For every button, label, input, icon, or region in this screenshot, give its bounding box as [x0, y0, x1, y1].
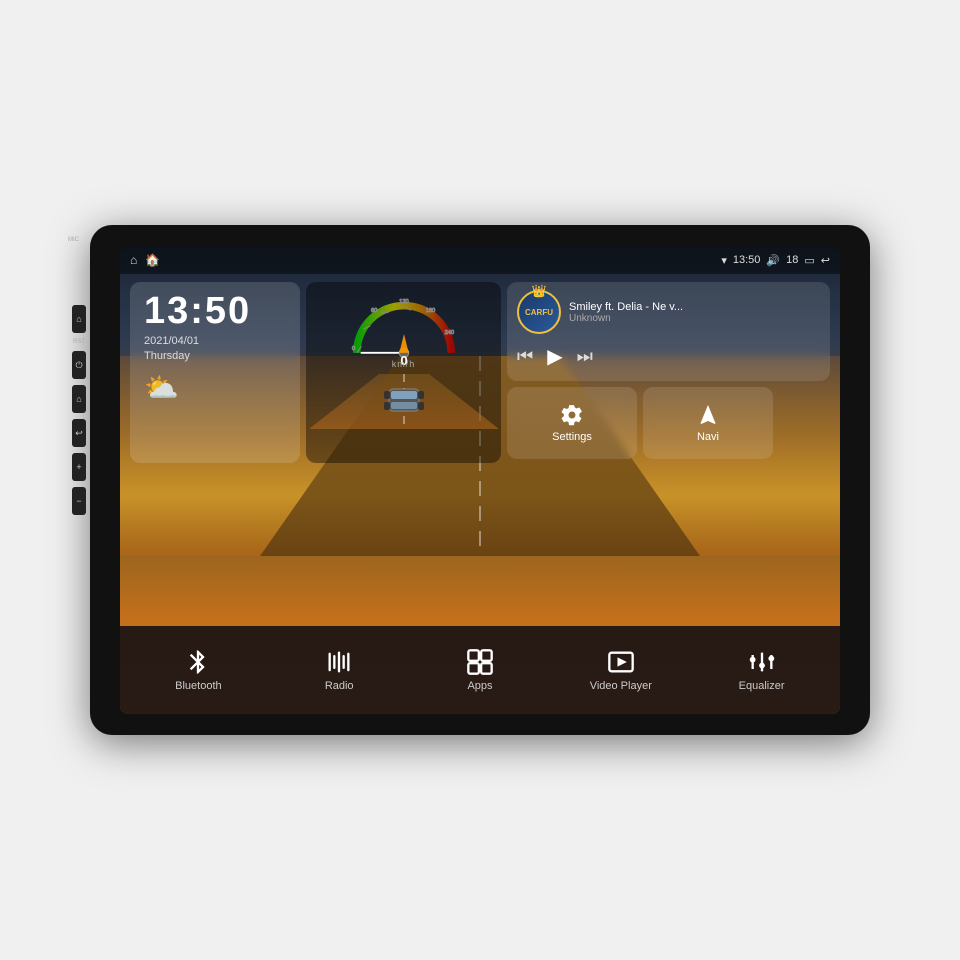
next-button[interactable]: ⏭ [577, 346, 593, 367]
home-icon: ⌂ [76, 314, 81, 324]
power-icon: ⏻ [75, 360, 82, 371]
music-logo-text: CARFU [525, 308, 553, 317]
volume-down-icon: − [76, 496, 81, 506]
navi-label: Navi [697, 431, 719, 443]
prev-button[interactable]: ⏮ [517, 346, 533, 367]
status-right: ▾ 13:50 🔊 18 ▭ ↩ [721, 254, 830, 267]
screen: ⌂ 🏠 ▾ 13:50 🔊 18 ▭ ↩ [120, 246, 840, 714]
play-button[interactable]: ▶ [547, 344, 562, 369]
equalizer-label: Equalizer [739, 680, 785, 692]
menu-icon: ⌂ [76, 394, 81, 404]
settings-button[interactable]: Settings [507, 387, 637, 459]
car-head-unit: MIC ⌂ RST ⏻ ⌂ ↩ + − ⌂ 🏠 [90, 225, 870, 735]
apps-button[interactable]: Apps [425, 640, 535, 700]
back-side-button[interactable]: ↩ [72, 419, 86, 447]
right-panel: 👑 CARFU Smiley ft. Delia - Ne v... Unkno… [507, 282, 830, 463]
apps-label: Apps [467, 680, 492, 692]
svg-text:180: 180 [425, 308, 434, 314]
radio-label: Radio [325, 680, 354, 692]
status-android-icon: 🏠 [145, 253, 160, 267]
settings-label: Settings [552, 431, 592, 443]
back-side-icon: ↩ [75, 428, 83, 439]
bottom-bar: Bluetooth Radio [120, 626, 840, 714]
mic-label: MIC [68, 237, 79, 243]
status-left: ⌂ 🏠 [130, 253, 160, 267]
equalizer-button[interactable]: Equalizer [707, 640, 817, 700]
svg-text:0: 0 [352, 346, 355, 352]
battery-icon: ▭ [804, 254, 814, 267]
weather-icon: ⛅ [144, 371, 286, 404]
speed-unit: km/h [392, 359, 416, 369]
svg-text:120: 120 [399, 299, 408, 305]
volume-down-button[interactable]: − [72, 487, 86, 515]
volume-icon: 🔊 [766, 254, 780, 267]
power-button[interactable]: ⏻ [72, 351, 86, 379]
music-controls: ⏮ ▶ ⏭ [517, 340, 820, 373]
video-label: Video Player [590, 680, 652, 692]
navi-button[interactable]: Navi [643, 387, 773, 459]
clock-time: 13:50 [144, 292, 286, 330]
music-info: Smiley ft. Delia - Ne v... Unknown [569, 301, 820, 324]
music-logo: 👑 CARFU [517, 290, 561, 334]
bluetooth-icon [184, 648, 212, 676]
crown-icon: 👑 [532, 284, 547, 298]
speedometer-gauge: 0 60 120 180 240 0 [339, 282, 469, 367]
equalizer-icon [748, 648, 776, 676]
navi-icon [696, 403, 720, 427]
video-icon [607, 648, 635, 676]
radio-icon [325, 648, 353, 676]
wifi-icon: ▾ [721, 254, 727, 267]
speedometer-widget: 0 60 120 180 240 0 [306, 282, 501, 463]
quick-actions-row: Settings Navi [507, 387, 830, 463]
settings-icon [560, 403, 584, 427]
music-top: 👑 CARFU Smiley ft. Delia - Ne v... Unkno… [517, 290, 820, 334]
music-title: Smiley ft. Delia - Ne v... [569, 301, 820, 313]
side-buttons-panel: ⌂ RST ⏻ ⌂ ↩ + − [72, 305, 86, 515]
music-artist: Unknown [569, 313, 820, 324]
back-icon: ↩ [821, 254, 830, 267]
bluetooth-button[interactable]: Bluetooth [143, 640, 253, 700]
bluetooth-label: Bluetooth [175, 680, 221, 692]
main-content: 13:50 2021/04/01 Thursday ⛅ [120, 274, 840, 626]
volume-up-button[interactable]: + [72, 453, 86, 481]
clock-day: Thursday [144, 349, 286, 364]
radio-button[interactable]: Radio [284, 640, 394, 700]
svg-text:60: 60 [370, 308, 376, 314]
widgets-top-row: 13:50 2021/04/01 Thursday ⛅ [120, 274, 840, 463]
video-player-button[interactable]: Video Player [566, 640, 676, 700]
status-time: 13:50 [733, 254, 761, 266]
music-widget: 👑 CARFU Smiley ft. Delia - Ne v... Unkno… [507, 282, 830, 381]
clock-widget: 13:50 2021/04/01 Thursday ⛅ [130, 282, 300, 463]
car-road-scene [306, 369, 501, 434]
home-button[interactable]: ⌂ [72, 305, 86, 333]
volume-up-icon: + [76, 462, 81, 472]
rst-label: RST [73, 339, 85, 345]
status-bar: ⌂ 🏠 ▾ 13:50 🔊 18 ▭ ↩ [120, 246, 840, 274]
apps-icon [466, 648, 494, 676]
menu-button[interactable]: ⌂ [72, 385, 86, 413]
status-home-icon: ⌂ [130, 253, 137, 267]
svg-text:240: 240 [444, 330, 453, 336]
volume-level: 18 [786, 254, 798, 266]
clock-date: 2021/04/01 [144, 334, 286, 349]
